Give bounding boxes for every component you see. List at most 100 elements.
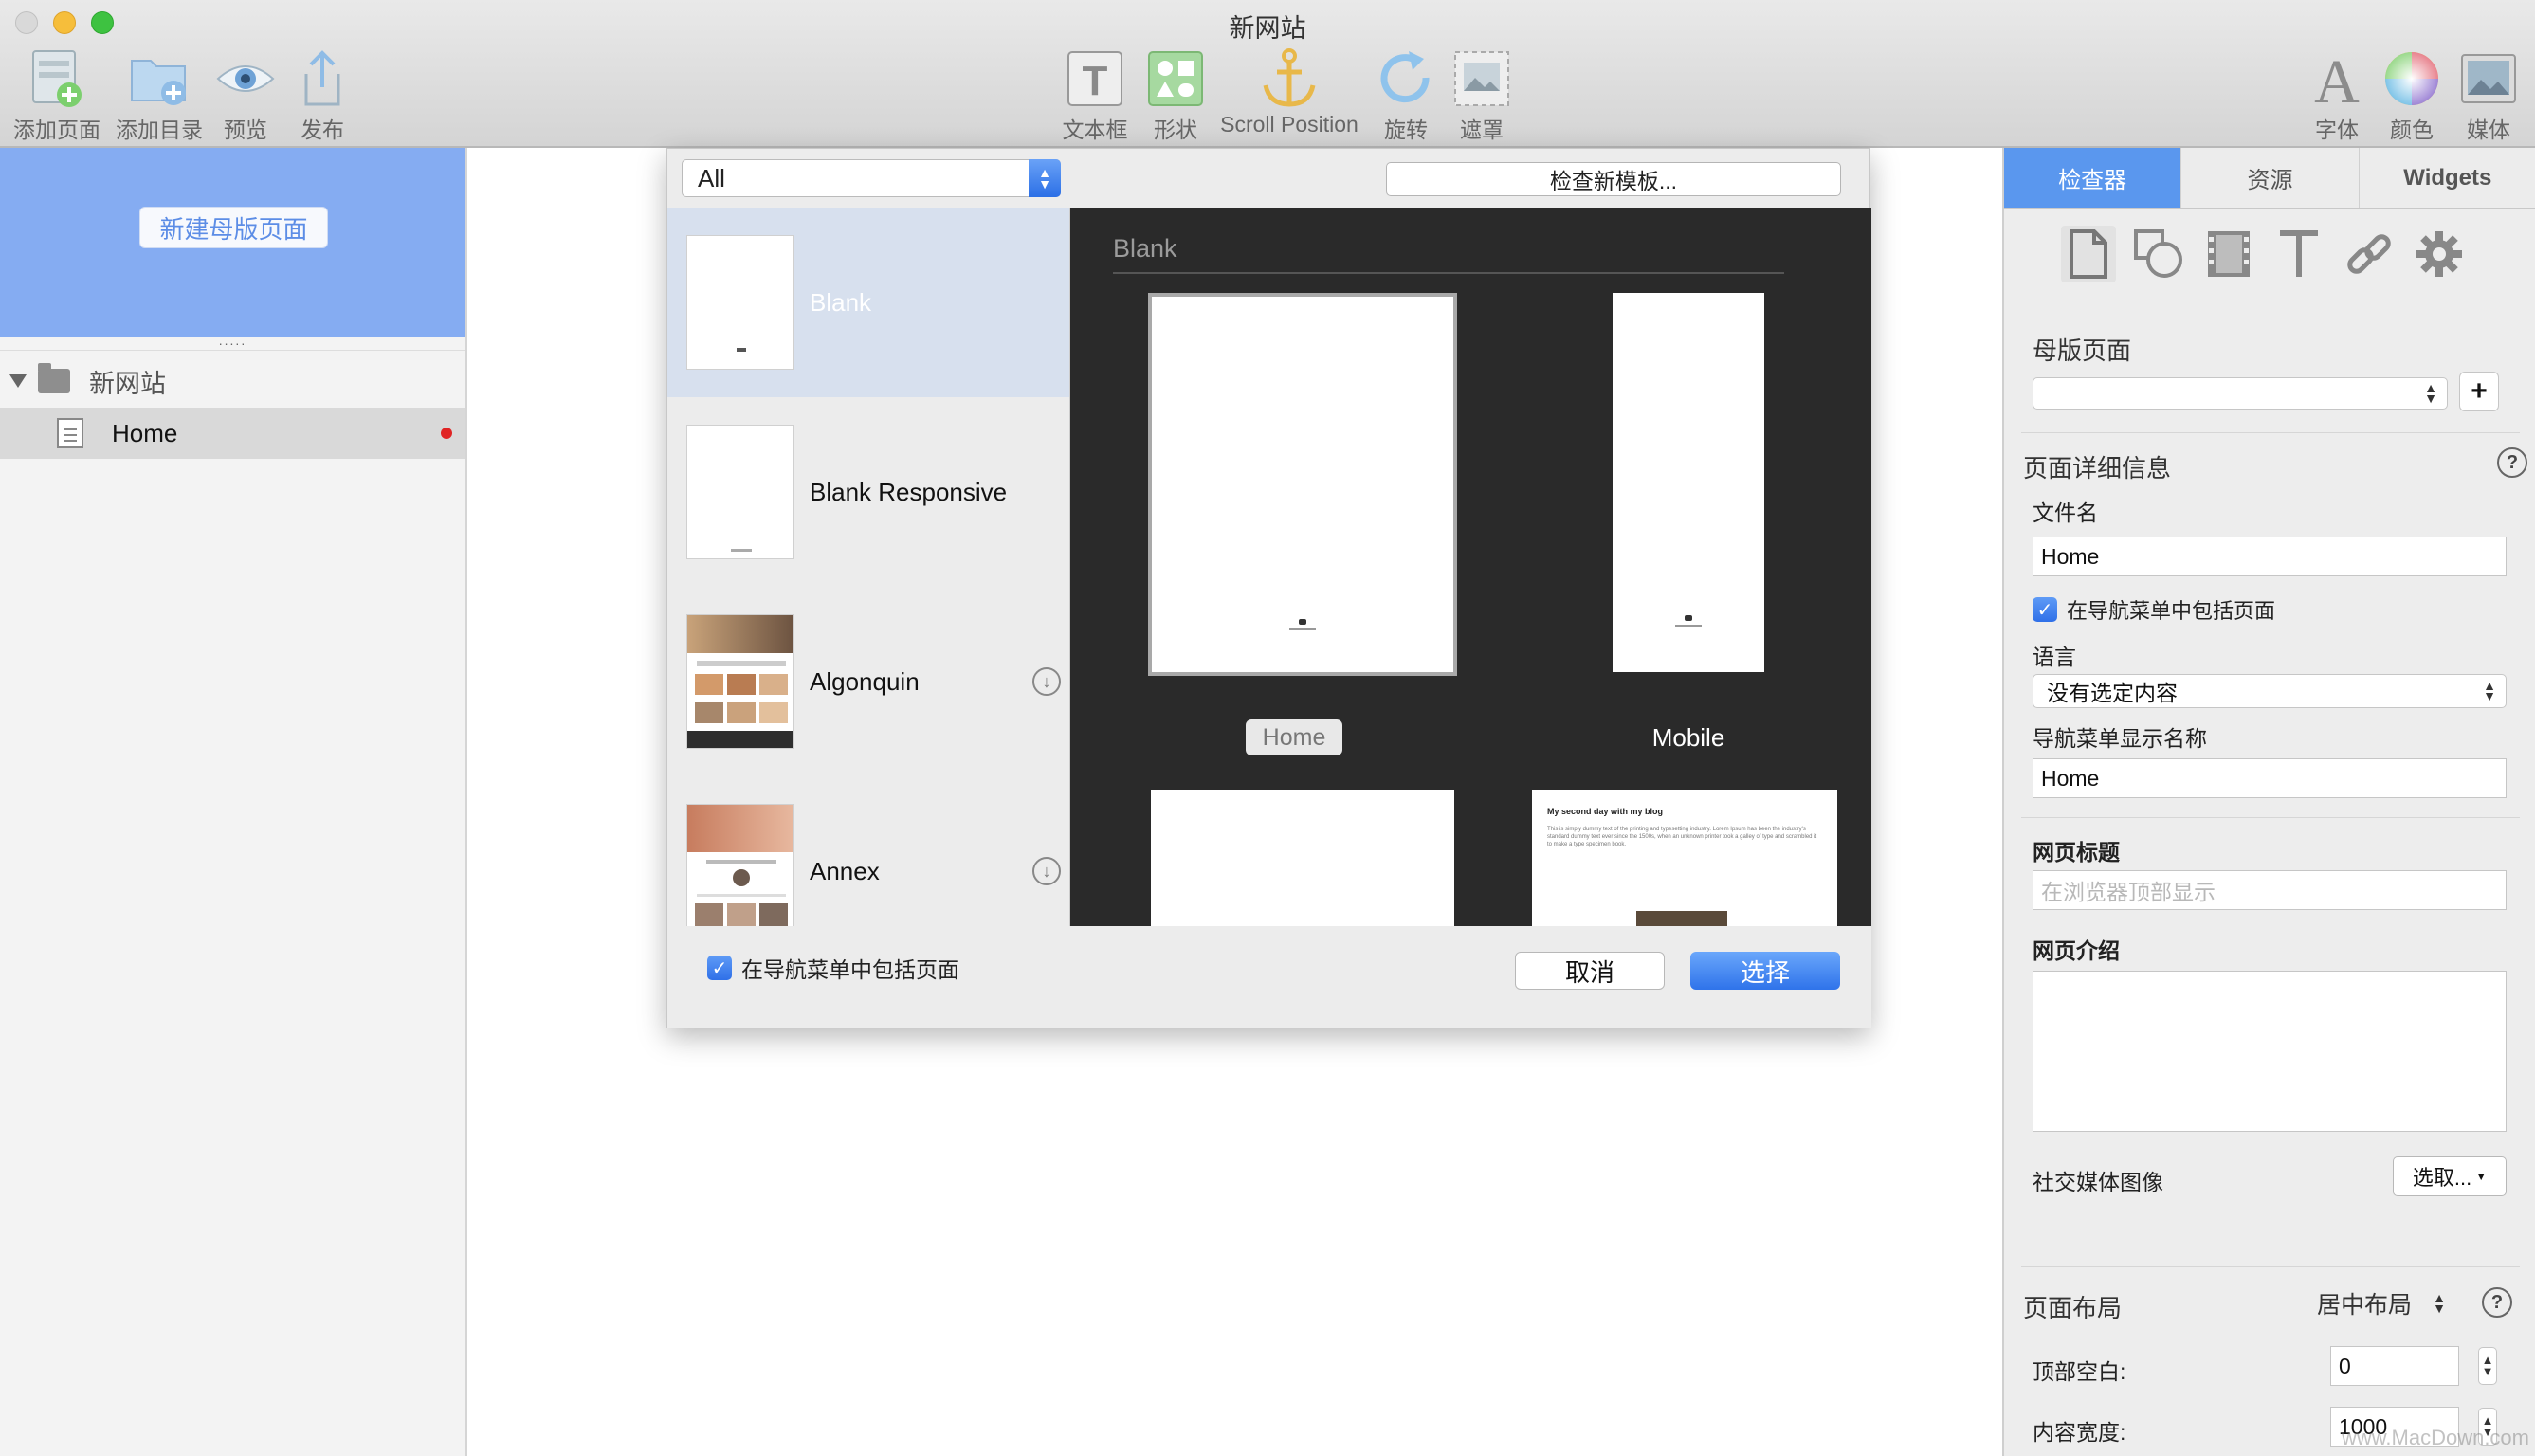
tab-inspector[interactable]: 检查器 xyxy=(2004,148,2182,208)
template-item-algonquin[interactable]: Algonquin ↓ xyxy=(667,587,1069,776)
preview-page-mobile[interactable] xyxy=(1613,293,1764,672)
add-page-icon xyxy=(32,50,82,107)
site-name: 新网站 xyxy=(89,369,166,398)
nav-name-input[interactable]: Home xyxy=(2033,758,2507,798)
master-page-select[interactable]: ▲ ▼ xyxy=(2033,377,2448,410)
section-divider xyxy=(2021,817,2520,818)
tab-widgets[interactable]: Widgets xyxy=(2359,148,2535,208)
social-image-label: 社交媒体图像 xyxy=(2033,1170,2163,1194)
top-margin-input[interactable]: 0 xyxy=(2330,1346,2459,1386)
page-layout-value: 居中布局 xyxy=(2317,1292,2413,1319)
preview-page-blog[interactable]: My second day with my blog This is simpl… xyxy=(1532,790,1837,926)
mask-button[interactable]: 遮罩 xyxy=(1449,46,1515,144)
checkmark-icon: ✓ xyxy=(2033,597,2057,622)
shape-icon xyxy=(2134,229,2182,278)
settings-inspector-button[interactable] xyxy=(2412,226,2467,282)
template-name: Algonquin xyxy=(810,666,920,696)
media-inspector-button[interactable] xyxy=(2201,226,2256,282)
preview-button[interactable]: 预览 xyxy=(212,46,279,144)
include-in-nav-label: 在导航菜单中包括页面 xyxy=(741,957,959,982)
publish-icon xyxy=(304,50,340,106)
template-thumbnail xyxy=(686,235,794,370)
inspector-panel: 检查器 资源 Widgets 母版页面 ▲ ▼ + 页面详细信息 ? 文件名 Ho… xyxy=(2002,148,2535,1456)
help-page-details-button[interactable]: ? xyxy=(2497,447,2527,478)
anchor-icon xyxy=(1263,48,1316,107)
preview-page-label-mobile[interactable]: Mobile xyxy=(1613,719,1764,755)
include-in-nav-checkbox-inspector[interactable]: ✓ 在导航菜单中包括页面 xyxy=(2033,594,2275,625)
disclosure-triangle-icon[interactable] xyxy=(9,374,27,388)
preview-page-home[interactable] xyxy=(1148,293,1457,676)
filename-label: 文件名 xyxy=(2033,500,2098,525)
include-in-nav-checkbox[interactable]: ✓ 在导航菜单中包括页面 xyxy=(707,952,959,984)
new-page-template-dialog: All ▲▼ 检查新模板... Blank Blank Responsive xyxy=(666,148,1871,1028)
template-item-annex[interactable]: Annex ↓ xyxy=(667,776,1069,926)
media-button[interactable]: 媒体 xyxy=(2455,46,2522,144)
dialog-footer: ✓ 在导航菜单中包括页面 取消 选择 xyxy=(667,926,1871,1028)
language-select[interactable]: 没有选定内容 ▲ ▼ xyxy=(2033,674,2507,708)
sidebar-splitter[interactable]: ..... xyxy=(0,334,465,351)
download-template-icon[interactable]: ↓ xyxy=(1032,857,1061,885)
template-filter-select[interactable]: All ▲ ▼ xyxy=(682,159,1061,197)
gear-icon xyxy=(2416,231,2462,277)
preview-heading: Blank xyxy=(1113,234,1177,263)
page-layout-select[interactable]: 居中布局 ▲ ▼ xyxy=(2317,1285,2446,1321)
site-sidebar: 新建母版页面 ..... 新网站 Home xyxy=(0,148,467,1456)
rotate-button[interactable]: 旋转 xyxy=(1373,46,1439,144)
top-margin-label: 顶部空白: xyxy=(2033,1359,2126,1384)
template-name: Blank Responsive xyxy=(810,477,1008,506)
plus-icon: + xyxy=(2471,375,2488,407)
media-icon xyxy=(2461,54,2516,103)
inspector-icon-bar xyxy=(2004,209,2535,300)
tab-assets[interactable]: 资源 xyxy=(2181,148,2360,208)
shapes-button[interactable]: 形状 xyxy=(1142,46,1209,144)
font-button[interactable]: A 字体 xyxy=(2304,46,2370,144)
publish-button[interactable]: 发布 xyxy=(289,46,356,144)
help-page-layout-button[interactable]: ? xyxy=(2482,1287,2512,1318)
tree-item-home[interactable]: Home xyxy=(0,408,465,459)
page-description-label: 网页介绍 xyxy=(2033,938,2120,963)
check-new-templates-button[interactable]: 检查新模板... xyxy=(1386,162,1841,196)
template-list: Blank Blank Responsive Algonquin ↓ Annex… xyxy=(667,208,1070,926)
page-title-input[interactable]: 在浏览器顶部显示 xyxy=(2033,870,2507,910)
color-button[interactable]: 颜色 xyxy=(2379,46,2445,144)
add-master-page-button[interactable]: + xyxy=(2459,372,2499,411)
preview-page-label-home[interactable]: Home xyxy=(1246,719,1342,755)
top-margin-stepper[interactable]: ▲ ▼ xyxy=(2478,1347,2497,1385)
template-item-blank-responsive[interactable]: Blank Responsive xyxy=(667,397,1069,587)
mask-icon xyxy=(1454,51,1509,106)
rotate-icon xyxy=(1380,51,1430,103)
link-icon xyxy=(2347,234,2391,274)
chevron-updown-icon: ▲ ▼ xyxy=(2483,678,2496,703)
template-item-blank[interactable]: Blank xyxy=(667,208,1069,397)
svg-text:A: A xyxy=(2314,49,2360,108)
blog-body: This is simply dummy text of the printin… xyxy=(1547,827,1817,847)
shape-inspector-button[interactable] xyxy=(2131,226,2186,282)
link-inspector-button[interactable] xyxy=(2342,226,2397,282)
page-description-textarea[interactable] xyxy=(2033,971,2507,1132)
tree-item-site[interactable]: 新网站 xyxy=(0,356,465,406)
text-box-button[interactable]: T 文本框 xyxy=(1062,46,1128,144)
master-pages-area: 新建母版页面 xyxy=(0,148,465,337)
blog-title: My second day with my blog xyxy=(1547,807,1664,816)
text-inspector-button[interactable] xyxy=(2271,226,2326,282)
page-inspector-button[interactable] xyxy=(2061,226,2116,282)
watermark: www.MacDown.com xyxy=(2341,1426,2529,1449)
preview-page-thumbnail[interactable] xyxy=(1151,790,1454,926)
new-master-page-button[interactable]: 新建母版页面 xyxy=(139,207,328,248)
cancel-button[interactable]: 取消 xyxy=(1515,952,1665,990)
chevron-updown-icon: ▲ ▼ xyxy=(2424,380,2437,406)
choose-button[interactable]: 选择 xyxy=(1690,952,1840,990)
title-bar: 新网站 添加页面 添加目录 预览 发布 T 文本框 形状 Scroll Posi… xyxy=(0,0,2535,148)
dropdown-arrow-icon: ▼ xyxy=(2475,1170,2488,1183)
scroll-position-button[interactable]: Scroll Position xyxy=(1215,46,1363,137)
add-page-button[interactable]: 添加页面 xyxy=(9,46,104,144)
section-divider xyxy=(2021,1266,2520,1267)
filename-input[interactable]: Home xyxy=(2033,537,2507,576)
template-thumbnail xyxy=(686,425,794,559)
add-folder-button[interactable]: 添加目录 xyxy=(112,46,207,144)
chevron-updown-icon: ▲ ▼ xyxy=(2433,1290,2446,1316)
folder-icon xyxy=(38,363,70,393)
choose-social-image-button[interactable]: 选取... ▼ xyxy=(2393,1156,2507,1196)
download-template-icon[interactable]: ↓ xyxy=(1032,667,1061,696)
master-page-title: 母版页面 xyxy=(2033,337,2132,365)
